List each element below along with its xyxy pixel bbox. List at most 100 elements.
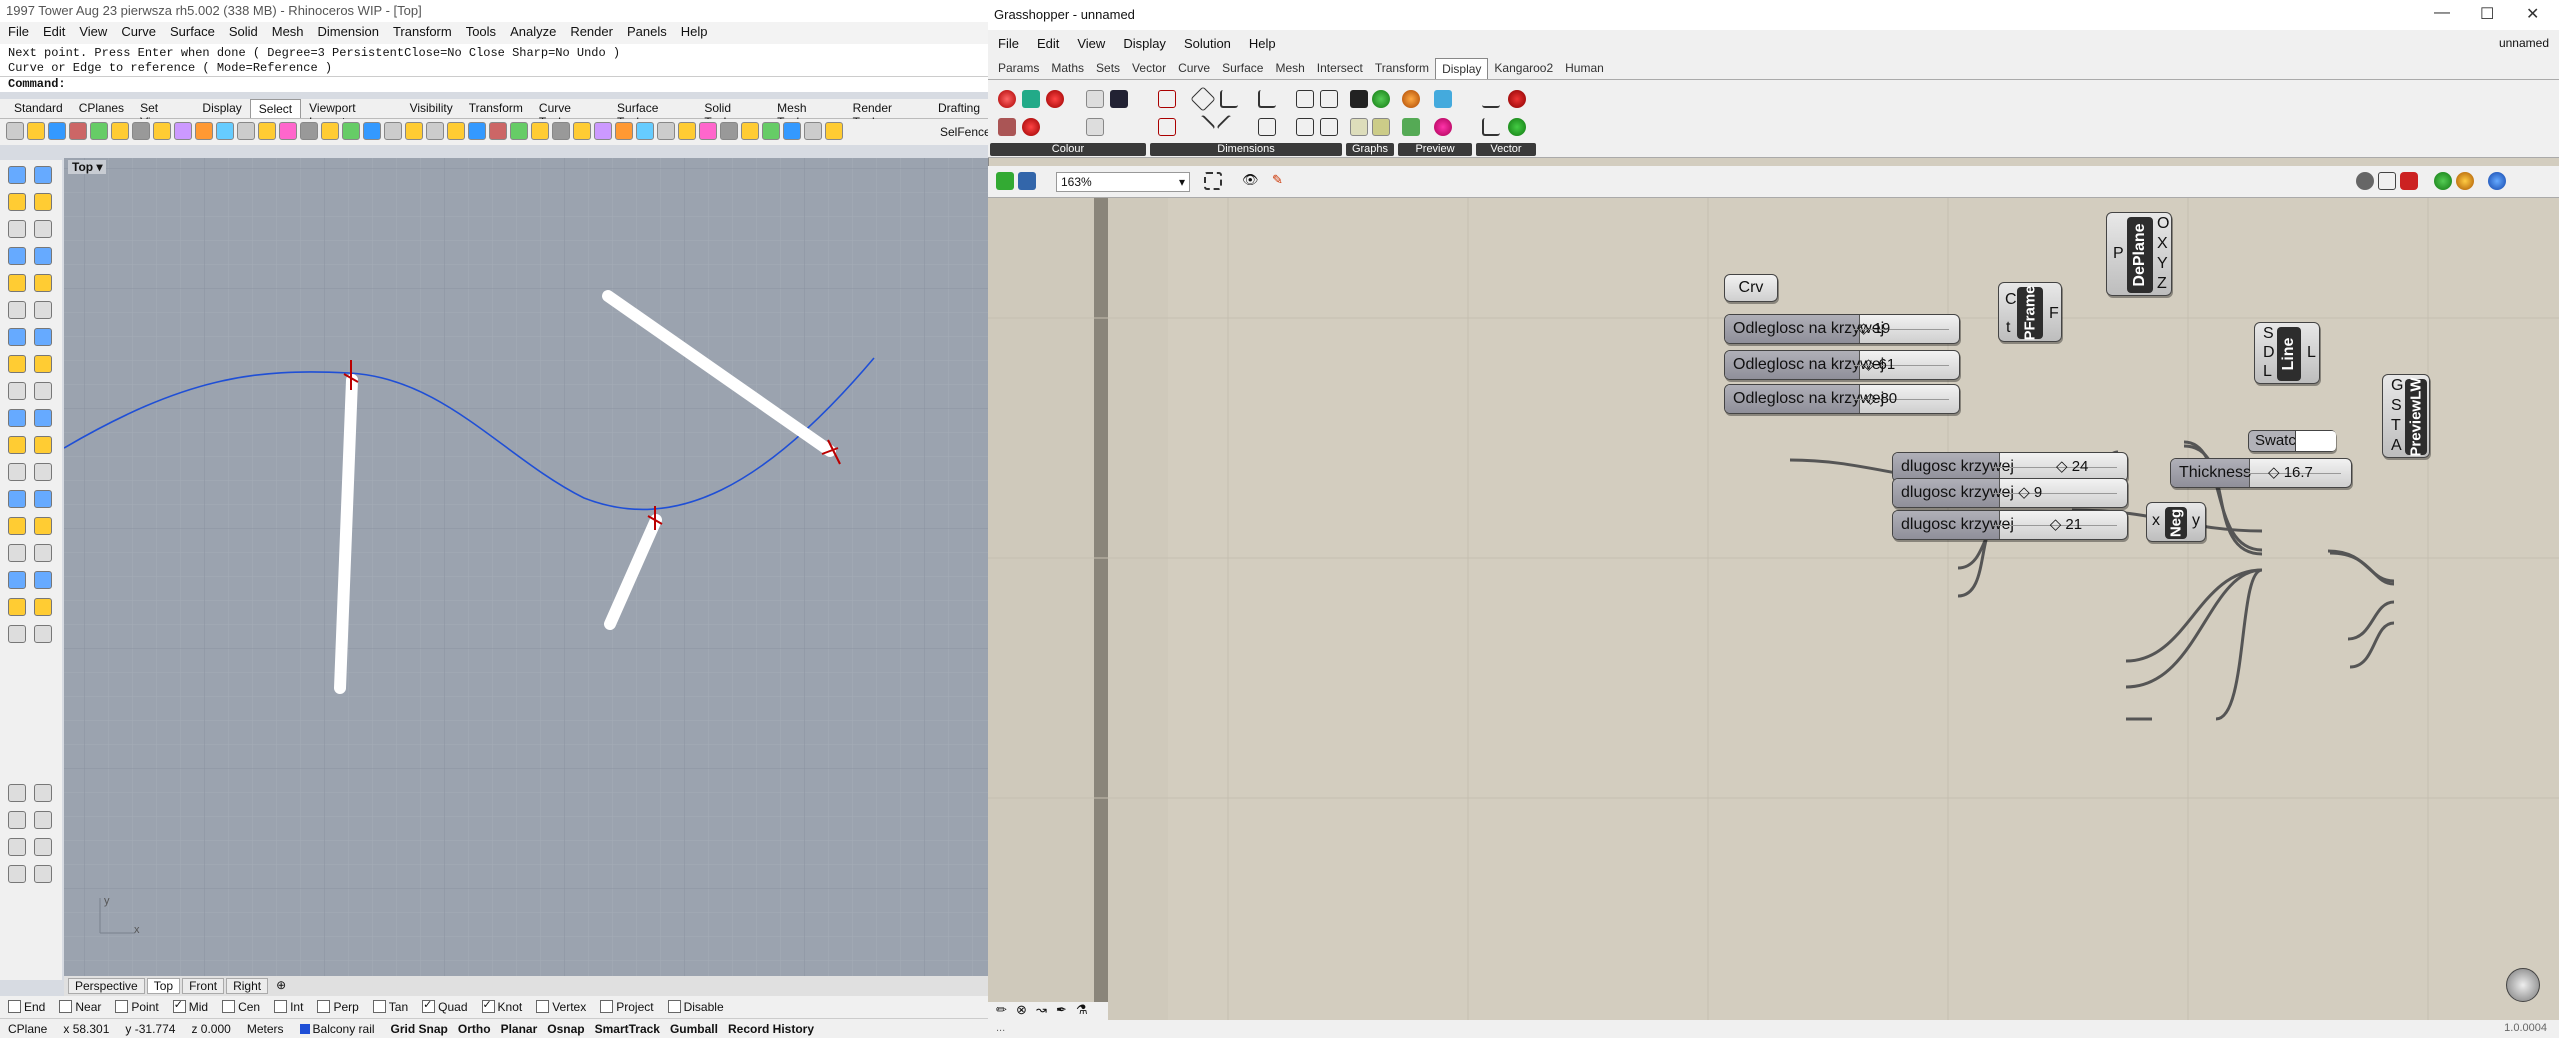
rhino-tool-icon[interactable] [342, 122, 360, 140]
curve-tool-icon[interactable]: ↝ [1036, 1002, 1047, 1018]
status-layer[interactable]: Balcony rail [299, 1022, 375, 1036]
toolbar-tab-curve-tools[interactable]: Curve Tools [531, 99, 609, 129]
point-order-icon[interactable] [1508, 118, 1526, 136]
rhino-tool-icon[interactable] [741, 122, 759, 140]
viewport-dropdown-icon[interactable]: ▾ [96, 160, 102, 174]
side-tool-icon[interactable] [8, 193, 26, 211]
checkbox-icon[interactable] [317, 1000, 331, 1013]
toolbar-tab-solid-tools[interactable]: Solid Tools [696, 99, 769, 129]
zoom-combo[interactable]: 163% ▾ [1056, 172, 1190, 192]
side-tool-icon[interactable] [8, 571, 26, 589]
side-tool-icon[interactable] [34, 274, 52, 292]
gh-tab-intersect[interactable]: Intersect [1311, 58, 1369, 79]
toolbar-tab-transform[interactable]: Transform [461, 99, 531, 118]
colour-rgb-icon[interactable] [1022, 118, 1040, 136]
angular-dim-icon[interactable] [1320, 118, 1338, 136]
slider-track[interactable] [1993, 493, 2117, 494]
side-tool-icon[interactable] [8, 220, 26, 238]
viewport-tab-front[interactable]: Front [182, 978, 225, 994]
status-cplane[interactable]: CPlane [8, 1022, 47, 1036]
line-component[interactable]: Line S D L L [2254, 322, 2320, 384]
vector-display-ex-icon[interactable] [1482, 118, 1500, 136]
viewport-tab-top[interactable]: Top [146, 978, 181, 994]
osnap-quad[interactable]: Quad [422, 998, 468, 1014]
deplane-component[interactable]: DePlane P O X Y Z [2106, 212, 2172, 296]
toggle-ortho[interactable]: Ortho [458, 1022, 491, 1036]
osnap-project[interactable]: Project [600, 1000, 654, 1014]
gh-tab-params[interactable]: Params [992, 58, 1045, 79]
gh-menu-file[interactable]: File [998, 36, 1019, 52]
preview-eye-icon[interactable]: 👁 [1242, 172, 1260, 190]
pencil-icon[interactable]: ✏ [996, 1002, 1007, 1018]
preview-port-a[interactable]: A [2391, 437, 2402, 455]
gh-tab-surface[interactable]: Surface [1216, 58, 1269, 79]
add-viewport-icon[interactable]: ⊕ [270, 978, 292, 994]
slider-value[interactable]: ◇ 21 [2050, 515, 2082, 533]
toolbar-tab-render-tools[interactable]: Render Tools [845, 99, 930, 129]
toggle-smarttrack[interactable]: SmartTrack [595, 1022, 660, 1036]
rhino-tool-icon[interactable] [720, 122, 738, 140]
selected-only-icon[interactable] [2434, 172, 2452, 190]
gh-tab-kangaroo2[interactable]: Kangaroo2 [1488, 58, 1559, 79]
rhino-menu-analyze[interactable]: Analyze [510, 24, 556, 42]
deplane-port-y[interactable]: Y [2157, 255, 2168, 273]
command-line[interactable]: Command: [0, 76, 988, 92]
create-material-icon[interactable] [1402, 118, 1420, 136]
toggle-gumball[interactable]: Gumball [670, 1022, 718, 1036]
slider-grip-icon[interactable]: ◇ [2268, 464, 2284, 481]
pframe-port-c[interactable]: C [2005, 291, 2017, 309]
rhino-tool-icon[interactable] [825, 122, 843, 140]
osnap-vertex[interactable]: Vertex [536, 1000, 586, 1014]
gh-tab-curve[interactable]: Curve [1172, 58, 1216, 79]
slider-grip-icon[interactable]: ◇ [2056, 458, 2072, 475]
side-tool-icon[interactable] [8, 328, 26, 346]
pframe-component[interactable]: PFrame C t F [1998, 282, 2062, 342]
delete-icon[interactable]: ⊗ [1016, 1002, 1027, 1018]
toggle-grid-snap[interactable]: Grid Snap [391, 1022, 448, 1036]
deplane-port-o[interactable]: O [2157, 215, 2169, 233]
line-dim-icon[interactable] [1190, 114, 1216, 140]
side-tool-icon[interactable] [8, 544, 26, 562]
line-port-out-l[interactable]: L [2307, 344, 2316, 362]
slider-grip-icon[interactable]: ◇ [1863, 356, 1879, 373]
rhino-tool-icon[interactable] [573, 122, 591, 140]
chevron-down-icon[interactable]: ▾ [1179, 175, 1185, 189]
checkbox-icon[interactable] [8, 1000, 21, 1013]
checkbox-icon[interactable] [536, 1000, 550, 1013]
top-viewport[interactable]: y x [64, 158, 988, 978]
gh-menu-solution[interactable]: Solution [1184, 36, 1231, 52]
colour-curve-icon[interactable] [1110, 90, 1128, 108]
slider-value[interactable]: ◇ 19 [1858, 319, 1890, 337]
deplane-port-p[interactable]: P [2113, 245, 2124, 263]
rhino-tool-icon[interactable] [90, 122, 108, 140]
rhino-menu-surface[interactable]: Surface [170, 24, 215, 42]
toolbar-tab-cplanes[interactable]: CPlanes [71, 99, 132, 118]
linear-dim-icon[interactable] [1258, 90, 1276, 108]
radial-dim-icon[interactable] [1258, 118, 1276, 136]
rhino-tool-icon[interactable] [111, 122, 129, 140]
neg-port-y[interactable]: y [2192, 512, 2200, 530]
rhino-tool-icon[interactable] [447, 122, 465, 140]
side-tool-icon[interactable] [34, 463, 52, 481]
rhino-tool-icon[interactable] [762, 122, 780, 140]
gh-menu-display[interactable]: Display [1123, 36, 1166, 52]
osnap-tan[interactable]: Tan [372, 1000, 408, 1014]
rhino-tool-icon[interactable] [552, 122, 570, 140]
side-tool-icon[interactable] [8, 463, 26, 481]
rhino-tool-icon[interactable] [804, 122, 822, 140]
hsv-icon[interactable] [1086, 118, 1104, 136]
dot-display-icon[interactable] [1434, 118, 1452, 136]
angle-dim-icon[interactable] [1190, 86, 1216, 112]
colour-sphere-icon[interactable] [1046, 90, 1064, 108]
slider-value[interactable]: ◇ 9 [2018, 483, 2042, 501]
osnap-knot[interactable]: Knot [481, 998, 522, 1014]
gh-menu-view[interactable]: View [1077, 36, 1105, 52]
gh-doc-name[interactable]: unnamed [2499, 36, 2549, 50]
toggle-planar[interactable]: Planar [501, 1022, 538, 1036]
gh-tab-transform[interactable]: Transform [1369, 58, 1435, 79]
slider-grip-icon[interactable]: ◇ [1858, 320, 1874, 337]
zoom-extents-icon[interactable] [1204, 172, 1222, 190]
side-tool-icon[interactable] [34, 409, 52, 427]
gh-tab-sets[interactable]: Sets [1090, 58, 1126, 79]
rhino-menu-curve[interactable]: Curve [121, 24, 156, 42]
